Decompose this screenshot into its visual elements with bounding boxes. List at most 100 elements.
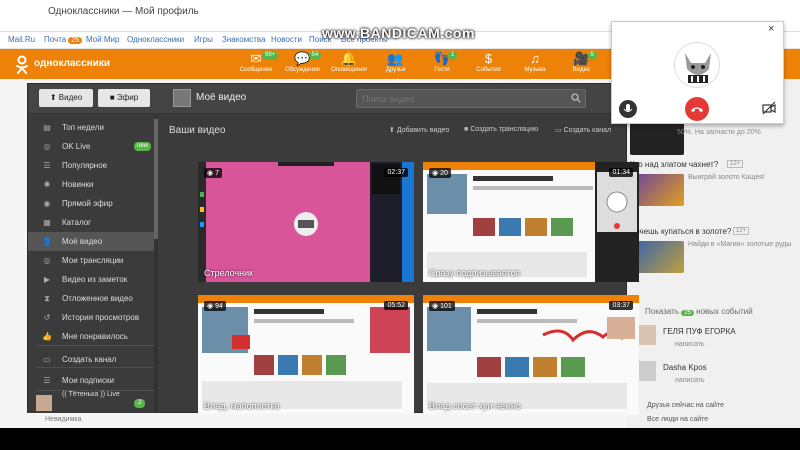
sidebar-item-5[interactable]: ◉ Прямой эфир [28,194,156,213]
ok-logo-text[interactable]: одноклассники [34,58,110,69]
sidebar-scrollbar[interactable] [154,115,158,413]
header-nav-2[interactable]: 💬 Обсуждения 54 [279,51,327,73]
header-nav-4[interactable]: 👥 Друзья [372,51,420,73]
header-nav-8[interactable]: 🎥 Видео 5 [558,51,606,73]
video-icon: 🎥 [573,51,590,66]
header-nav-5[interactable]: 👣 Гости 1 [418,51,466,73]
video-upload-button[interactable]: ⬆ Видео [39,89,93,107]
header-nav-label: Гости [434,67,450,73]
live-button[interactable]: ■ Эфир [98,89,150,107]
view-count: 20 [440,170,448,177]
video-title[interactable]: Влад сосет хуи нежно [429,401,521,411]
close-icon[interactable]: × [768,23,774,35]
portal-nav-label: Новости [271,35,302,44]
friends-online-link[interactable]: Друзья сейчас на сайте [647,402,724,409]
guests-icon: 👣 [433,51,451,66]
friend-name[interactable]: Dasha Kpos [663,363,707,372]
portal-nav-item[interactable]: Одноклассники [127,35,184,44]
video-card-1[interactable]: ◉ 7 02:37 Стрелочник [198,162,414,282]
microphone-icon[interactable] [619,100,637,118]
video-card-2[interactable]: ◉ 20 01:34 Сразу подлизывается [423,162,639,282]
sidebar-item-3[interactable]: ☰ Популярное [28,156,156,175]
invisible-mode-link[interactable]: Невидимка [45,416,82,423]
sidebar-item-11[interactable]: ↺ История просмотров [28,308,156,327]
promo-thumb[interactable] [630,123,684,155]
bottom-strip: Невидимка [27,413,627,428]
top-icon: ▤ [43,123,51,132]
portal-nav-label: Знакомства [222,35,266,44]
sidebar-item-12[interactable]: 👍 Мне понравилось [28,327,156,346]
video-upload-label: Видео [58,93,83,102]
eye-icon: ◉ [207,303,214,310]
video-title[interactable]: Сразу подлизывается [429,268,520,278]
view-count-badge: ◉ 101 [429,301,455,311]
video-search-input[interactable] [356,89,586,108]
portal-nav-item[interactable]: Почта 25 [44,35,83,44]
like-icon: 👍 [42,332,52,341]
camera-off-icon[interactable] [762,101,776,115]
mail-count-badge: 25 [68,37,83,44]
sidebar-item-label: Топ недели [62,123,104,132]
promo-text[interactable]: 50%. На запчасти до 20% [677,129,761,136]
portal-nav-item[interactable]: Mail.Ru [8,35,35,44]
sidebar-item-4[interactable]: ✺ Новинки [28,175,156,194]
portal-nav-item[interactable]: Новости [271,35,302,44]
deferred-icon: ⧗ [44,294,50,303]
friend-name[interactable]: ГЕЛЯ ПУФ ЕГОРКА [663,327,736,336]
sidebar-item-label: История просмотров [62,313,140,322]
sidebar-item-14[interactable]: ☰ Мои подписки [28,371,156,390]
promo-title-1[interactable]: Кто над златом чахнет? [630,160,718,169]
video-card-3[interactable]: ◉ 94 05:52 Влад, мапоплетка [198,295,414,415]
channel-count-badge: 2 [134,399,146,408]
show-events-link[interactable]: Показать 25 новых событий [645,307,753,316]
video-action-2[interactable]: ■ Создать трансляцию [464,126,538,133]
hangup-icon[interactable] [685,97,709,121]
scrollbar-thumb[interactable] [154,119,158,239]
portal-nav-item[interactable]: Мой Мир [86,35,119,44]
header-nav-6[interactable]: $ События [465,51,513,73]
video-sidebar: ▤ Топ недели ◎ OK Live new ☰ Популярное ✺ Новинк… [28,115,158,413]
sidebar-item-label: Мои подписки [62,376,114,385]
right-column: 50%. На запчасти до 20% Кто над златом ч… [627,79,800,428]
video-title[interactable]: Стрелочник [204,268,253,278]
user-avatar[interactable] [173,89,191,107]
new-icon: ✺ [43,180,51,189]
sidebar-item-10[interactable]: ⧗ Отложенное видео [28,289,156,308]
sidebar-item-2[interactable]: ◎ OK Live new [28,137,156,156]
browser-viewport: Одноклассники — Мой профиль Mail.Ru Почта… [0,0,800,428]
video-title[interactable]: Влад, мапоплетка [204,401,280,411]
portal-nav-item[interactable]: Знакомства [222,35,266,44]
sidebar-item-7[interactable]: 👤 Моё видео [28,232,156,251]
your-videos-heading: Ваши видео [169,125,226,136]
ok-logo-icon[interactable] [14,55,30,74]
header-nav-7[interactable]: ♫ Музыка [511,51,559,73]
promo-title-2[interactable]: Хочешь купаться в золоте? [630,227,731,236]
friend-write-link[interactable]: написать [675,377,705,384]
sidebar-item-6[interactable]: ▦ Каталог [28,213,156,232]
sidebar-item-9[interactable]: ▶ Видео из заметок [28,270,156,289]
sidebar-item-1[interactable]: ▤ Топ недели [28,118,156,137]
video-thumbnail [423,295,639,415]
catalog-icon: ▦ [43,218,51,227]
portal-nav-item[interactable]: Игры [194,35,213,44]
search-icon[interactable] [571,93,581,103]
friend-write-link[interactable]: написать [675,341,705,348]
camera-icon: ■ [109,93,115,102]
camera-icon: ■ [464,126,469,133]
video-card-4[interactable]: ◉ 101 03:37 Влад сосет хуи нежно [423,295,639,415]
view-count-badge: ◉ 20 [429,168,451,178]
video-call-panel: × [611,21,784,124]
header-nav-3[interactable]: 🔔 Оповещения [325,51,373,73]
video-thumbnail [423,162,639,282]
video-action-3[interactable]: ▭ Создать канал [555,126,611,134]
sidebar-item-label: Прямой эфир [62,199,113,208]
events-icon: $ [484,51,493,66]
eye-icon: ◉ [432,170,439,177]
subscription-channel[interactable]: (( Тётенька )) Live 2 [28,391,156,413]
sidebar-item-8[interactable]: ◎ Мои трансляции [28,251,156,270]
header-nav-label: Друзья [385,67,406,73]
browser-tab-title[interactable]: Одноклассники — Мой профиль [48,6,199,17]
header-nav-1[interactable]: ✉ Сообщения 99+ [232,51,280,73]
all-online-link[interactable]: Все люди на сайте [647,416,708,423]
video-action-1[interactable]: ⬆ Добавить видео [389,126,449,134]
